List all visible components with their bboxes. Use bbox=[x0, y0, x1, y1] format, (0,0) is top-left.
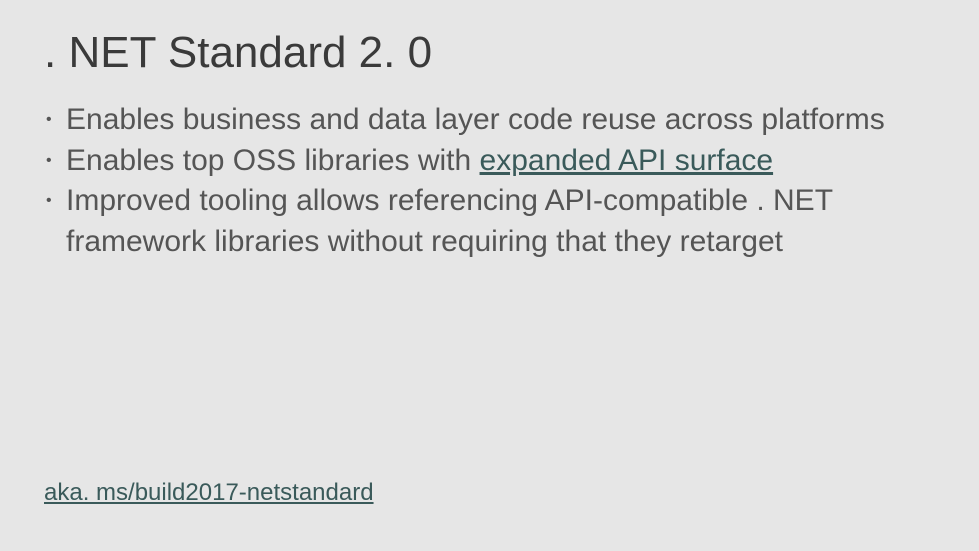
bullet-text-pre: Enables business and data layer code reu… bbox=[66, 103, 885, 136]
bullet-text-pre: Improved tooling allows referencing API-… bbox=[66, 184, 832, 258]
slide-title: . NET Standard 2. 0 bbox=[44, 28, 935, 78]
list-item: Improved tooling allows referencing API-… bbox=[44, 181, 935, 262]
bullet-list: Enables business and data layer code reu… bbox=[44, 100, 935, 262]
bullet-text-pre: Enables top OSS libraries with bbox=[66, 144, 480, 177]
footer-link[interactable]: aka. ms/build2017-netstandard bbox=[44, 479, 374, 507]
list-item: Enables top OSS libraries with expanded … bbox=[44, 141, 935, 182]
bullet-link[interactable]: expanded API surface bbox=[480, 144, 774, 177]
list-item: Enables business and data layer code reu… bbox=[44, 100, 935, 141]
